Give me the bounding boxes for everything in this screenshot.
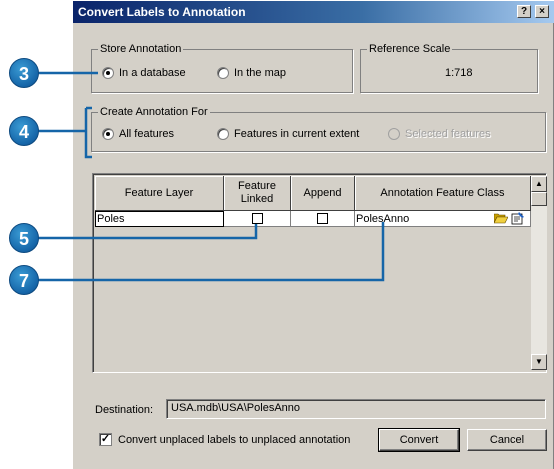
radio-in-the-map[interactable]: In the map: [217, 67, 286, 79]
cell-append[interactable]: [291, 211, 355, 227]
triangle-up-icon: ▲: [535, 179, 543, 188]
radio-all-features[interactable]: All features: [102, 128, 174, 140]
annotation-feature-class-value: PolesAnno: [356, 212, 410, 225]
column-header-label: Feature Layer: [124, 186, 194, 199]
properties-icon[interactable]: [511, 212, 525, 225]
radio-checked-icon: [102, 67, 114, 79]
cell-feature-linked[interactable]: [224, 211, 291, 227]
callout-7: 7: [9, 265, 39, 295]
close-button[interactable]: ×: [535, 5, 549, 18]
help-button[interactable]: ?: [517, 5, 531, 18]
destination-field: USA.mdb\USA\PolesAnno: [166, 399, 546, 419]
radio-in-a-database[interactable]: In a database: [102, 67, 186, 79]
radio-label: In the map: [234, 67, 286, 79]
scroll-up-button[interactable]: ▲: [531, 176, 547, 192]
checkmark-icon: ✓: [99, 433, 112, 446]
grid-vertical-scrollbar[interactable]: ▲ ▼: [531, 176, 547, 370]
convert-labels-dialog: Convert Labels to Annotation ? × Store A…: [72, 0, 554, 469]
radio-features-in-current-extent[interactable]: Features in current extent: [217, 128, 359, 140]
callout-5: 5: [9, 223, 39, 253]
reference-scale-value: 1:718: [445, 67, 473, 79]
create-annotation-for-legend: Create Annotation For: [98, 106, 210, 118]
radio-label: Selected features: [405, 128, 491, 140]
column-header-annotation-feature-class[interactable]: Annotation Feature Class: [355, 176, 531, 211]
radio-selected-features: Selected features: [388, 128, 491, 140]
column-header-feature-linked[interactable]: Feature Linked: [224, 176, 291, 211]
reference-scale-legend: Reference Scale: [367, 43, 453, 55]
dialog-title: Convert Labels to Annotation: [78, 5, 246, 19]
scroll-thumb[interactable]: [531, 192, 547, 206]
triangle-down-icon: ▼: [535, 357, 543, 366]
append-checkbox[interactable]: [317, 213, 328, 224]
destination-label: Destination:: [95, 404, 154, 416]
column-header-feature-layer[interactable]: Feature Layer: [95, 176, 224, 211]
open-folder-icon[interactable]: [493, 212, 509, 224]
title-bar[interactable]: Convert Labels to Annotation ? ×: [73, 1, 554, 23]
cell-annotation-feature-class[interactable]: PolesAnno: [355, 211, 531, 227]
radio-disabled-icon: [388, 128, 400, 140]
radio-label: All features: [119, 128, 175, 140]
feature-linked-checkbox[interactable]: [251, 213, 263, 224]
callout-4: 4: [9, 116, 39, 146]
create-annotation-for-group: Create Annotation For All features Featu…: [91, 106, 546, 152]
column-header-label: Annotation Feature Class: [380, 186, 505, 199]
feature-layer-value: Poles: [97, 213, 125, 225]
radio-label: In a database: [119, 67, 186, 79]
column-header-label: Append: [303, 186, 342, 199]
cancel-button[interactable]: Cancel: [467, 429, 547, 451]
store-annotation-legend: Store Annotation: [98, 43, 184, 55]
column-header-append[interactable]: Append: [291, 176, 355, 211]
reference-scale-group: Reference Scale 1:718: [360, 43, 538, 93]
layer-grid: Feature Layer Feature Linked Append Annot…: [92, 173, 547, 373]
cell-feature-layer[interactable]: Poles: [95, 211, 224, 227]
radio-unchecked-icon: [217, 128, 229, 140]
column-header-line: Linked: [240, 193, 274, 205]
radio-label: Features in current extent: [234, 128, 360, 140]
convert-unplaced-label: Convert unplaced labels to unplaced anno…: [118, 433, 351, 446]
grid-body: Feature Layer Feature Linked Append Annot…: [95, 176, 531, 370]
column-header-label: Feature Linked: [238, 180, 276, 206]
close-icon: ×: [539, 6, 545, 17]
radio-checked-icon: [102, 128, 114, 140]
convert-unplaced-checkbox[interactable]: ✓ Convert unplaced labels to unplaced an…: [99, 433, 350, 446]
callout-3: 3: [9, 58, 39, 88]
column-header-line: Feature: [238, 180, 276, 192]
scroll-down-button[interactable]: ▼: [531, 354, 547, 370]
convert-button[interactable]: Convert: [378, 428, 460, 452]
store-annotation-group: Store Annotation In a database In the ma…: [91, 43, 353, 93]
radio-unchecked-icon: [217, 67, 229, 79]
